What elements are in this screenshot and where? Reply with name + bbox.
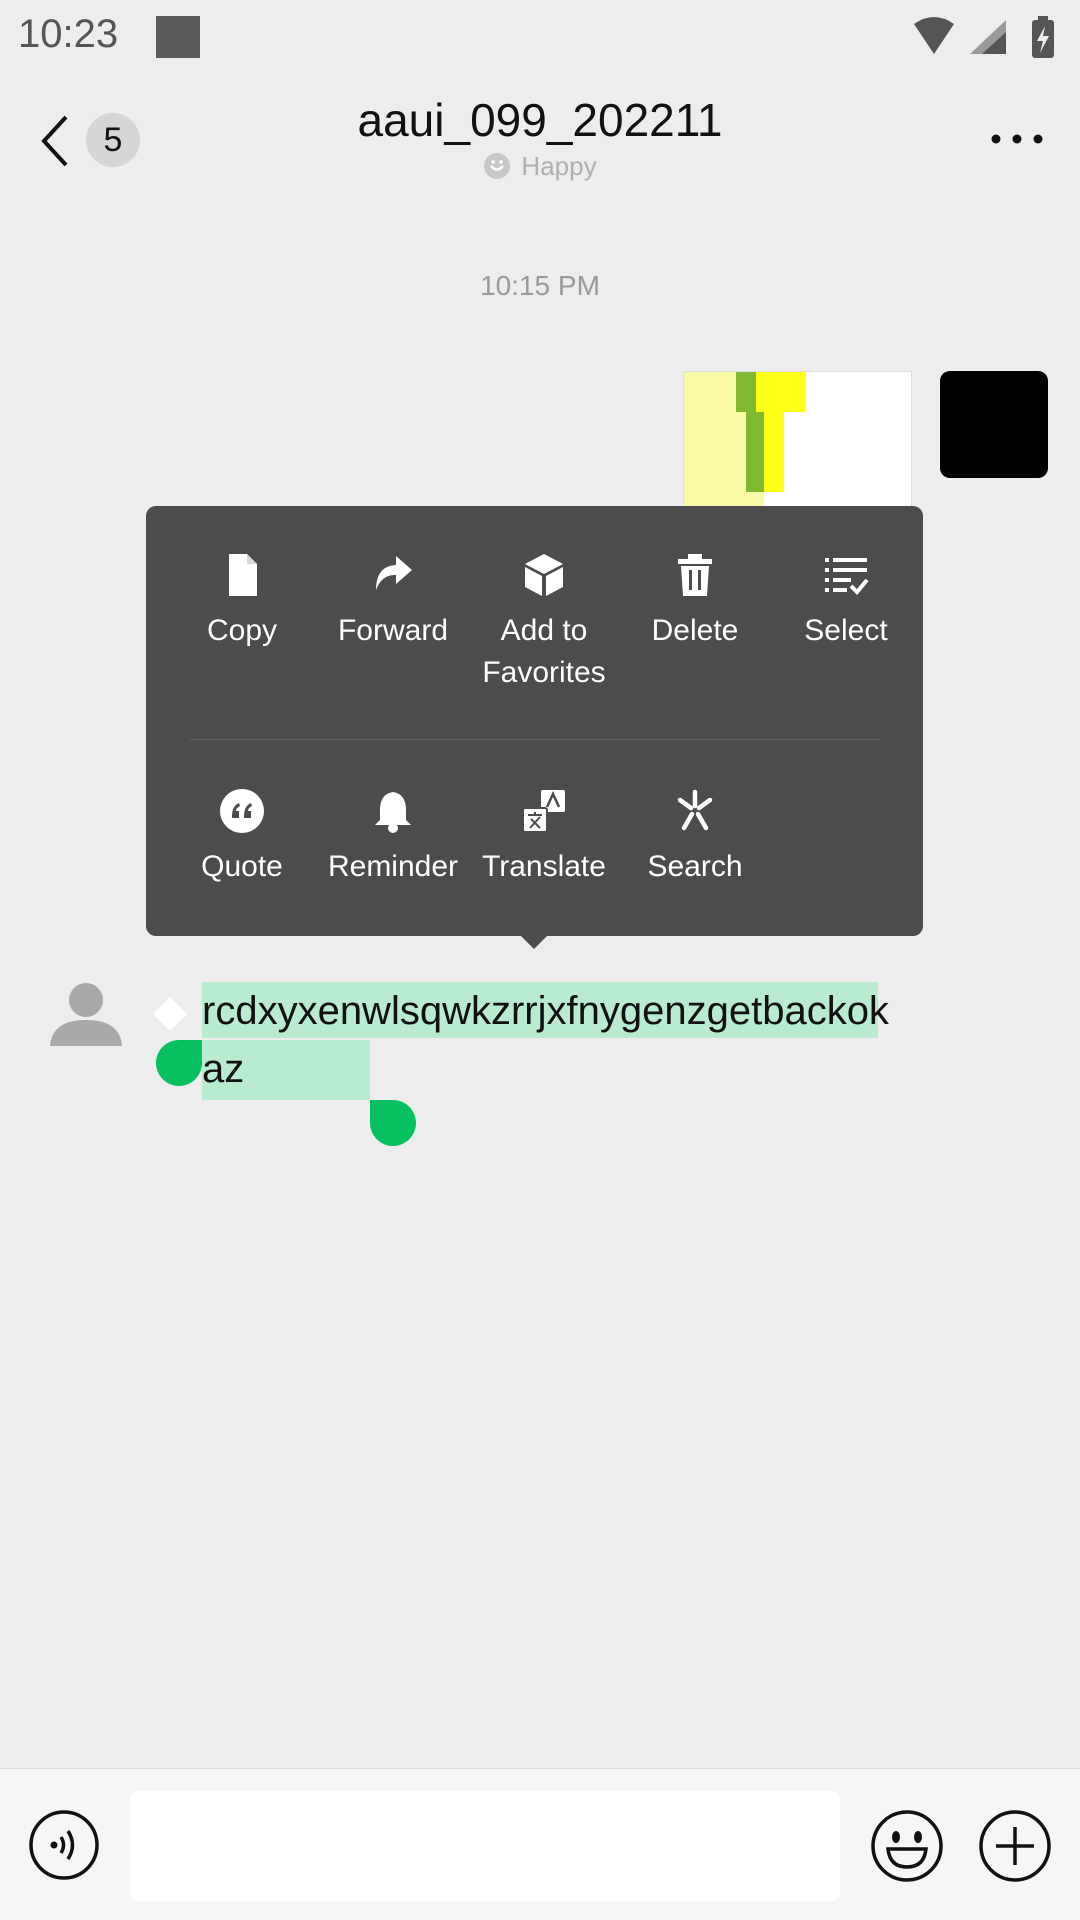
multi-select-icon [825, 558, 869, 595]
message-context-menu: Copy Forward Add to Favorites Delete Sel… [146, 506, 923, 936]
trash-icon [678, 554, 712, 596]
menu-delete[interactable]: Delete [625, 552, 765, 652]
favorites-cube-icon [525, 554, 563, 596]
menu-select-label: Select [804, 614, 888, 647]
chat-header: 5 aaui_099_202211 Happy [0, 75, 1080, 205]
message-input[interactable] [130, 1791, 840, 1901]
contact-status-text: Happy [521, 151, 597, 181]
menu-pointer [520, 935, 548, 949]
menu-divider [190, 739, 880, 740]
menu-quote-label: Quote [201, 850, 283, 883]
emoji-icon[interactable] [870, 1809, 944, 1883]
menu-reminder-label: Reminder [327, 850, 459, 883]
notification-icon [156, 16, 200, 58]
chat-screen: 10:23 5 aaui_099_202211 Happy 10:15 PM C… [0, 0, 1080, 1920]
menu-add-favorites-label: Add to Favorites [482, 614, 606, 689]
bell-icon [375, 792, 411, 833]
contact-status: Happy [0, 151, 1080, 182]
menu-translate-label: Translate [482, 850, 606, 883]
menu-reminder[interactable]: Reminder [323, 788, 463, 888]
chat-title[interactable]: aaui_099_202211 [0, 93, 1080, 147]
received-message-bubble[interactable]: rcdxyxenwlsqwkzrrjxfnygenzgetbackokaz [170, 962, 912, 1120]
wifi-icon [914, 17, 954, 54]
message-timestamp: 10:15 PM [480, 270, 600, 301]
menu-add-favorites[interactable]: Add to Favorites [474, 552, 614, 694]
menu-search[interactable]: Search [625, 788, 765, 888]
status-icons [914, 16, 1054, 58]
more-icon[interactable] [990, 127, 1044, 151]
menu-forward[interactable]: Forward [323, 552, 463, 652]
image-thumbnail [684, 372, 806, 507]
mood-icon [484, 153, 511, 179]
input-bar [0, 1768, 1080, 1920]
quote-icon [220, 789, 264, 833]
menu-delete-label: Delete [651, 614, 739, 647]
menu-copy-label: Copy [206, 614, 278, 647]
plus-icon[interactable] [978, 1809, 1052, 1883]
sent-image-message[interactable] [683, 371, 912, 507]
menu-translate[interactable]: Translate [474, 788, 614, 888]
menu-select[interactable]: Select [776, 552, 916, 652]
status-bar: 10:23 [0, 0, 1080, 75]
selection-start-handle[interactable] [156, 1040, 202, 1086]
forward-icon [376, 556, 412, 590]
received-message-text[interactable]: rcdxyxenwlsqwkzrrjxfnygenzgetbackokaz [202, 982, 902, 1098]
my-avatar[interactable] [940, 371, 1048, 478]
battery-charging-icon [1032, 16, 1054, 58]
status-time: 10:23 [18, 12, 119, 56]
selection-end-handle[interactable] [370, 1100, 416, 1146]
copy-icon [229, 554, 257, 596]
menu-forward-label: Forward [337, 614, 449, 647]
translate-icon [522, 790, 565, 833]
voice-icon[interactable] [28, 1809, 100, 1881]
contact-avatar[interactable] [48, 980, 124, 1046]
menu-search-label: Search [647, 850, 743, 883]
search-spark-icon [677, 789, 713, 831]
menu-quote[interactable]: Quote [172, 788, 312, 888]
menu-copy[interactable]: Copy [172, 552, 312, 652]
